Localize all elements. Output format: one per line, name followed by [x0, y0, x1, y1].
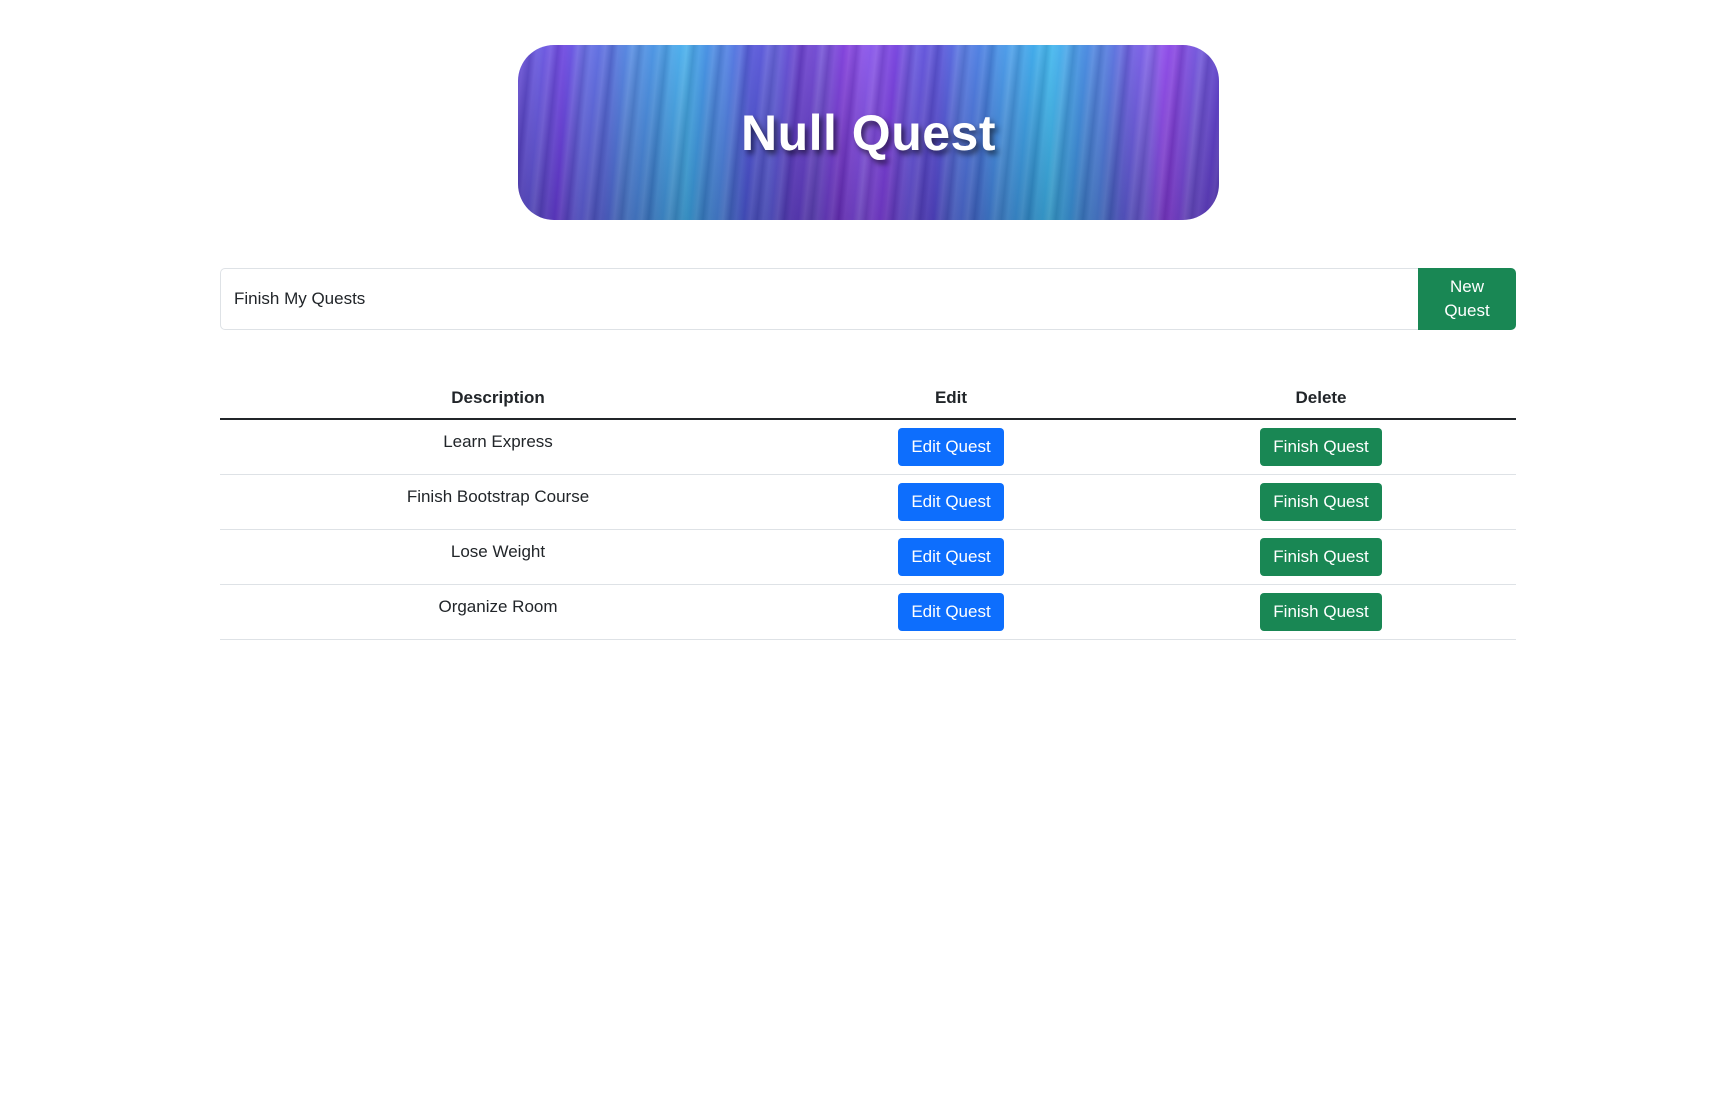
delete-cell: Finish Quest [1126, 584, 1516, 640]
table-row: Lose Weight Edit Quest Finish Quest [220, 529, 1516, 585]
finish-quest-button[interactable]: Finish Quest [1260, 593, 1382, 631]
quest-input[interactable] [220, 268, 1418, 330]
edit-cell: Edit Quest [776, 419, 1126, 475]
edit-quest-button[interactable]: Edit Quest [898, 593, 1004, 631]
table-row: Learn Express Edit Quest Finish Quest [220, 419, 1516, 475]
new-quest-button[interactable]: New Quest [1418, 268, 1516, 330]
column-header-delete: Delete [1126, 378, 1516, 420]
column-header-description: Description [220, 378, 776, 420]
delete-cell: Finish Quest [1126, 474, 1516, 530]
new-quest-form: New Quest [220, 268, 1516, 330]
finish-quest-button[interactable]: Finish Quest [1260, 538, 1382, 576]
quest-description: Learn Express [220, 419, 776, 475]
quest-description: Lose Weight [220, 529, 776, 585]
delete-cell: Finish Quest [1126, 419, 1516, 475]
table-header-row: Description Edit Delete [220, 378, 1516, 420]
edit-cell: Edit Quest [776, 584, 1126, 640]
table-row: Finish Bootstrap Course Edit Quest Finis… [220, 474, 1516, 530]
edit-quest-button[interactable]: Edit Quest [898, 428, 1004, 466]
quest-description: Organize Room [220, 584, 776, 640]
quest-description: Finish Bootstrap Course [220, 474, 776, 530]
finish-quest-button[interactable]: Finish Quest [1260, 483, 1382, 521]
edit-cell: Edit Quest [776, 474, 1126, 530]
header-banner: Null Quest [518, 45, 1219, 220]
table-row: Organize Room Edit Quest Finish Quest [220, 584, 1516, 640]
quest-table: Description Edit Delete Learn Express Ed… [220, 378, 1516, 640]
edit-cell: Edit Quest [776, 529, 1126, 585]
edit-quest-button[interactable]: Edit Quest [898, 483, 1004, 521]
column-header-edit: Edit [776, 378, 1126, 420]
edit-quest-button[interactable]: Edit Quest [898, 538, 1004, 576]
finish-quest-button[interactable]: Finish Quest [1260, 428, 1382, 466]
app-title: Null Quest [740, 104, 997, 161]
delete-cell: Finish Quest [1126, 529, 1516, 585]
